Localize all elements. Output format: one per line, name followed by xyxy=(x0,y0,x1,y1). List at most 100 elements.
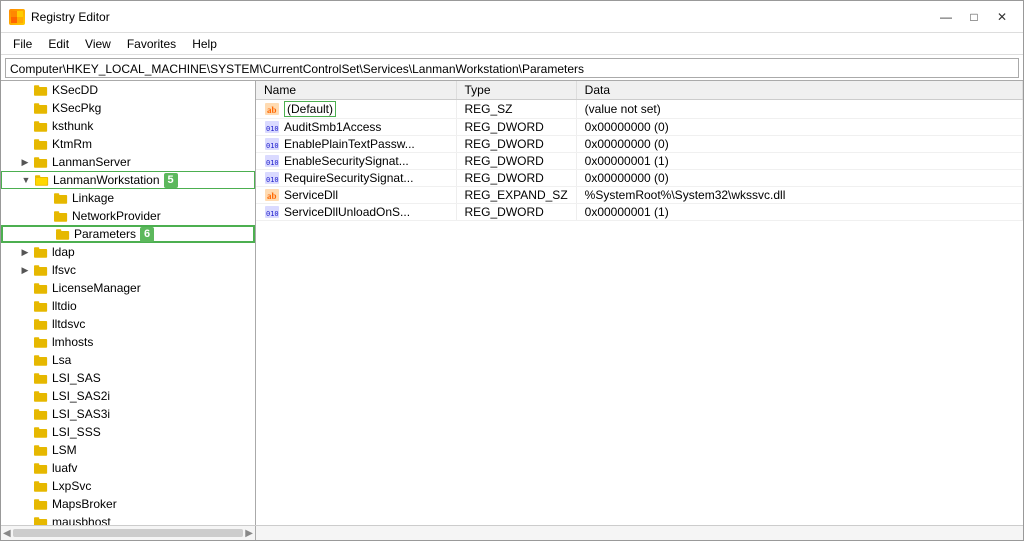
folder-icon xyxy=(33,425,49,439)
tree-label-ksecpkg: KSecPkg xyxy=(52,99,101,117)
tree-item-lsi-sas3i[interactable]: LSI_SAS3i xyxy=(1,405,255,423)
table-row[interactable]: 010 EnableSecuritySignat... REG_DWORD 0x… xyxy=(256,153,1023,170)
folder-icon xyxy=(33,245,49,259)
detail-horizontal-scrollbar xyxy=(256,526,1023,540)
svg-text:010: 010 xyxy=(266,210,279,218)
expand-ktmrm[interactable] xyxy=(17,135,33,153)
expand-lsa[interactable] xyxy=(17,351,33,369)
expand-lmhosts[interactable] xyxy=(17,333,33,351)
folder-icon xyxy=(33,407,49,421)
menu-view[interactable]: View xyxy=(77,35,119,53)
tree-item-lfsvc[interactable]: ▶ lfsvc xyxy=(1,261,255,279)
folder-icon xyxy=(33,101,49,115)
expand-lsm[interactable] xyxy=(17,441,33,459)
table-row[interactable]: 010 EnablePlainTextPassw... REG_DWORD 0x… xyxy=(256,136,1023,153)
expand-ksthunk[interactable] xyxy=(17,117,33,135)
menu-file[interactable]: File xyxy=(5,35,40,53)
scroll-left[interactable]: ◀ xyxy=(3,528,11,539)
expand-ksecdd[interactable] xyxy=(17,81,33,99)
detail-pane[interactable]: Name Type Data ab xyxy=(256,81,1023,525)
tree-label-lsi-sas: LSI_SAS xyxy=(52,369,101,387)
expand-mausbhost[interactable] xyxy=(17,513,33,525)
table-row[interactable]: 010 AuditSmb1Access REG_DWORD 0x00000000… xyxy=(256,119,1023,136)
expand-linkage[interactable] xyxy=(37,189,53,207)
expand-ksecpkg[interactable] xyxy=(17,99,33,117)
scroll-thumb[interactable] xyxy=(13,529,244,537)
tree-item-lsa[interactable]: Lsa xyxy=(1,351,255,369)
menu-edit[interactable]: Edit xyxy=(40,35,77,53)
expand-lfsvc[interactable]: ▶ xyxy=(17,261,33,279)
expand-lsi-sas2i[interactable] xyxy=(17,387,33,405)
tree-item-lanmanworkstation[interactable]: ▼ LanmanWorkstation 5 xyxy=(1,171,255,189)
tree-item-lltdsvc[interactable]: lltdsvc xyxy=(1,315,255,333)
menu-favorites[interactable]: Favorites xyxy=(119,35,184,53)
table-row[interactable]: ab ServiceDll REG_EXPAND_SZ %SystemRoot%… xyxy=(256,187,1023,204)
tree-item-mapsbroker[interactable]: MapsBroker xyxy=(1,495,255,513)
tree-horizontal-scrollbar[interactable]: ◀ ▶ xyxy=(1,526,256,540)
tree-item-lltdio[interactable]: lltdio xyxy=(1,297,255,315)
tree-item-luafv[interactable]: luafv xyxy=(1,459,255,477)
folder-icon xyxy=(33,155,49,169)
tree-item-networkprovider[interactable]: NetworkProvider xyxy=(1,207,255,225)
tree-label-lsm: LSM xyxy=(52,441,77,459)
maximize-button[interactable]: □ xyxy=(961,7,987,27)
minimize-button[interactable]: — xyxy=(933,7,959,27)
tree-item-lsi-sas2i[interactable]: LSI_SAS2i xyxy=(1,387,255,405)
expand-networkprovider[interactable] xyxy=(37,207,53,225)
expand-mapsbroker[interactable] xyxy=(17,495,33,513)
address-path[interactable]: Computer\HKEY_LOCAL_MACHINE\SYSTEM\Curre… xyxy=(5,58,1019,78)
expand-parameters[interactable] xyxy=(39,225,55,243)
tree-item-mausbhost[interactable]: mausbhost xyxy=(1,513,255,525)
tree-item-lsm[interactable]: LSM xyxy=(1,441,255,459)
row-data-default: (value not set) xyxy=(576,100,1022,119)
bin-icon: 010 xyxy=(264,171,280,185)
ab-icon: ab xyxy=(264,102,280,116)
row-data-servicedll: %SystemRoot%\System32\wkssvc.dll xyxy=(576,187,1022,204)
tree-item-lxpsvc[interactable]: LxpSvc xyxy=(1,477,255,495)
tree-item-parameters[interactable]: Parameters 6 xyxy=(1,225,255,243)
expand-lanmanserver[interactable]: ▶ xyxy=(17,153,33,171)
tree-label-parameters: Parameters xyxy=(74,225,136,243)
table-row[interactable]: 010 ServiceDllUnloadOnS... REG_DWORD 0x0… xyxy=(256,204,1023,221)
expand-lltdsvc[interactable] xyxy=(17,315,33,333)
tree-item-linkage[interactable]: Linkage xyxy=(1,189,255,207)
expand-lxpsvc[interactable] xyxy=(17,477,33,495)
folder-icon-open xyxy=(34,173,50,187)
expand-licensemanager[interactable] xyxy=(17,279,33,297)
registry-editor-window: Registry Editor — □ ✕ File Edit View Fav… xyxy=(0,0,1024,541)
menu-help[interactable]: Help xyxy=(184,35,225,53)
detail-table: Name Type Data ab xyxy=(256,81,1023,221)
tree-item-ksthunk[interactable]: ksthunk xyxy=(1,117,255,135)
col-data[interactable]: Data xyxy=(576,81,1022,100)
scroll-right[interactable]: ▶ xyxy=(245,528,253,539)
table-row[interactable]: ab (Default) REG_SZ (value not set) xyxy=(256,100,1023,119)
window-controls: — □ ✕ xyxy=(933,7,1015,27)
tree-item-ksecpkg[interactable]: KSecPkg xyxy=(1,99,255,117)
tree-item-lsi-sss[interactable]: LSI_SSS xyxy=(1,423,255,441)
expand-lsi-sas3i[interactable] xyxy=(17,405,33,423)
expand-ldap[interactable]: ▶ xyxy=(17,243,33,261)
expand-lsi-sas[interactable] xyxy=(17,369,33,387)
close-button[interactable]: ✕ xyxy=(989,7,1015,27)
col-name[interactable]: Name xyxy=(256,81,456,100)
row-name-audit: 010 AuditSmb1Access xyxy=(256,119,456,136)
tree-item-lanmanserver[interactable]: ▶ LanmanServer xyxy=(1,153,255,171)
expand-lsi-sss[interactable] xyxy=(17,423,33,441)
tree-item-ktmrm[interactable]: KtmRm xyxy=(1,135,255,153)
tree-pane[interactable]: KSecDD KSecPkg xyxy=(1,81,256,525)
col-type[interactable]: Type xyxy=(456,81,576,100)
tree-item-lmhosts[interactable]: lmhosts xyxy=(1,333,255,351)
table-row[interactable]: 010 RequireSecuritySignat... REG_DWORD 0… xyxy=(256,170,1023,187)
tree-scroll-area: KSecDD KSecPkg xyxy=(1,81,255,525)
folder-icon xyxy=(33,83,49,97)
menu-bar: File Edit View Favorites Help xyxy=(1,33,1023,55)
main-content: KSecDD KSecPkg xyxy=(1,81,1023,525)
expand-lltdio[interactable] xyxy=(17,297,33,315)
expand-lanmanworkstation[interactable]: ▼ xyxy=(18,171,34,189)
tree-item-licensemanager[interactable]: LicenseManager xyxy=(1,279,255,297)
tree-item-lsi-sas[interactable]: LSI_SAS xyxy=(1,369,255,387)
row-name-default: ab (Default) xyxy=(256,100,456,119)
expand-luafv[interactable] xyxy=(17,459,33,477)
tree-item-ksecdd[interactable]: KSecDD xyxy=(1,81,255,99)
tree-item-ldap[interactable]: ▶ ldap xyxy=(1,243,255,261)
